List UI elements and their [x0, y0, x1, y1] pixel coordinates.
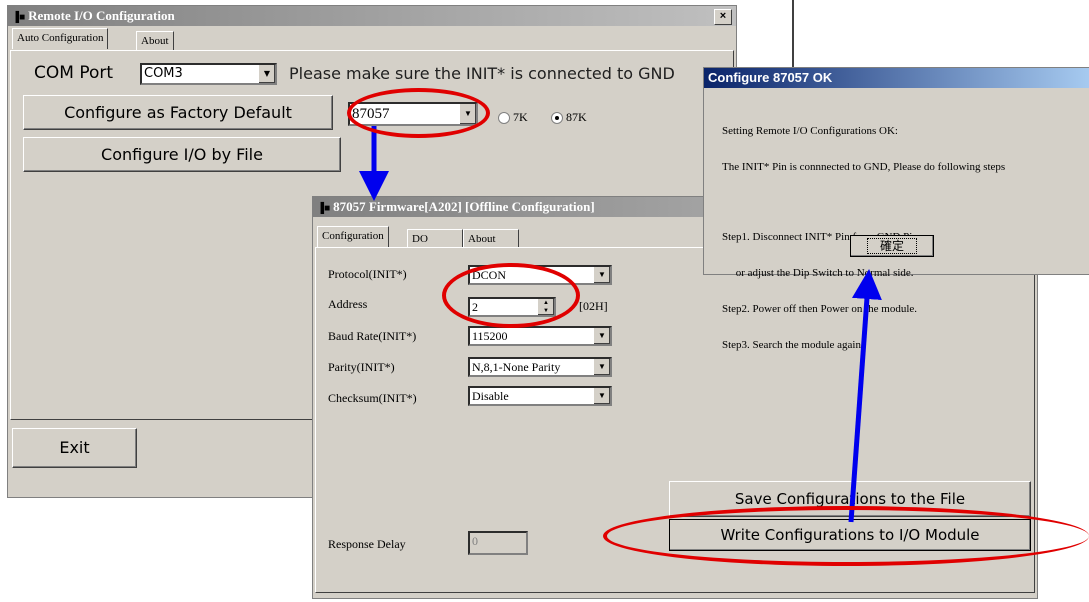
main-window-title: Remote I/O Configuration — [28, 8, 175, 23]
protocol-label: Protocol(INIT*) — [328, 267, 407, 281]
radio-87k-label: 87K — [566, 110, 587, 124]
com-port-select[interactable]: COM3 ▼ — [140, 63, 277, 85]
checksum-select[interactable]: Disable ▼ — [468, 386, 612, 406]
ok-dialog-title: Configure 87057 OK — [708, 70, 833, 85]
save-configurations-button[interactable]: Save Configurations to the File — [669, 481, 1031, 517]
baud-rate-value: 115200 — [472, 329, 508, 343]
message-line: Step3. Search the module again. — [722, 339, 864, 351]
ok-button[interactable]: 確定 — [850, 235, 934, 257]
spinner-arrows-icon[interactable]: ▲ ▼ — [537, 299, 554, 315]
main-window-titlebar[interactable]: ▐■ Remote I/O Configuration × — [8, 6, 736, 26]
factory-default-button[interactable]: Configure as Factory Default — [23, 95, 333, 130]
tab-configuration[interactable]: Configuration — [317, 226, 389, 247]
message-line: Setting Remote I/O Configurations OK: — [722, 125, 898, 137]
ok-label: 確定 — [866, 238, 917, 254]
address-hex: [02H] — [579, 299, 608, 313]
protocol-select[interactable]: DCON ▼ — [468, 265, 612, 285]
tab-auto-configuration[interactable]: Auto Configuration — [12, 28, 109, 49]
response-delay-label: Response Delay — [328, 537, 406, 551]
response-delay-value: 0 — [472, 534, 478, 548]
chevron-down-icon[interactable]: ▼ — [258, 65, 275, 83]
tab-about[interactable]: About — [136, 31, 174, 50]
chevron-down-icon[interactable]: ▼ — [593, 267, 610, 283]
factory-default-label: Configure as Factory Default — [64, 103, 292, 122]
tab-label: About — [141, 35, 169, 47]
message-line: Step2. Power off then Power on the modul… — [722, 303, 918, 315]
baud-rate-label: Baud Rate(INIT*) — [328, 329, 417, 343]
tab-label: Auto Configuration — [17, 32, 104, 44]
parity-select[interactable]: N,8,1-None Parity ▼ — [468, 357, 612, 377]
app-icon: ▐■ — [12, 12, 26, 23]
configure-by-file-button[interactable]: Configure I/O by File — [23, 137, 341, 172]
radio-7k[interactable]: 7K — [498, 110, 528, 125]
ok-dialog: Configure 87057 OK Setting Remote I/O Co… — [703, 67, 1089, 351]
tab-fw-about[interactable]: About — [463, 229, 519, 248]
module-value: 87057 — [352, 106, 390, 122]
chevron-down-icon[interactable]: ▼ — [593, 328, 610, 344]
module-select[interactable]: 87057 ▼ — [348, 102, 478, 126]
exit-button[interactable]: Exit — [12, 428, 137, 468]
address-spinner[interactable]: 2 ▲ ▼ — [468, 297, 556, 317]
radio-7k-icon — [498, 112, 510, 125]
protocol-value: DCON — [472, 268, 507, 282]
tab-label: DO — [412, 233, 428, 245]
app-icon: ▐■ — [317, 203, 331, 214]
tab-do[interactable]: DO — [407, 229, 463, 248]
exit-label: Exit — [59, 438, 90, 457]
tab-label: Configuration — [322, 230, 384, 242]
configure-by-file-label: Configure I/O by File — [101, 145, 263, 164]
radio-87k-icon — [551, 112, 563, 125]
chevron-down-icon[interactable]: ▼ — [593, 359, 610, 375]
chevron-down-icon[interactable]: ▼ — [459, 104, 476, 124]
tab-label: About — [468, 233, 496, 245]
message-line: The INIT* Pin is connnected to GND, Plea… — [722, 161, 1006, 173]
write-configurations-label: Write Configurations to I/O Module — [720, 526, 980, 544]
address-label: Address — [328, 297, 368, 311]
checksum-label: Checksum(INIT*) — [328, 391, 417, 405]
parity-value: N,8,1-None Parity — [472, 360, 561, 374]
checksum-value: Disable — [472, 389, 509, 403]
baud-rate-select[interactable]: 115200 ▼ — [468, 326, 612, 346]
divider-line — [792, 0, 794, 70]
radio-87k[interactable]: 87K — [551, 110, 587, 125]
init-notice: Please make sure the INIT* is connected … — [289, 64, 675, 83]
chevron-down-icon[interactable]: ▼ — [593, 388, 610, 404]
close-button[interactable]: × — [714, 9, 732, 25]
com-port-label: COM Port — [34, 63, 114, 83]
ok-dialog-titlebar[interactable]: Configure 87057 OK — [704, 68, 1089, 88]
com-port-value: COM3 — [144, 66, 183, 81]
address-value: 2 — [472, 300, 478, 314]
response-delay-field[interactable]: 0 — [468, 531, 528, 555]
write-configurations-button[interactable]: Write Configurations to I/O Module — [669, 519, 1031, 551]
save-configurations-label: Save Configurations to the File — [734, 490, 966, 508]
message-line: or adjust the Dip Switch to Normal side. — [722, 267, 914, 279]
parity-label: Parity(INIT*) — [328, 360, 395, 374]
close-icon: × — [719, 10, 727, 22]
message-line — [722, 197, 1088, 207]
radio-7k-label: 7K — [513, 110, 528, 124]
firmware-window-title: 87057 Firmware[A202] [Offline Configurat… — [333, 199, 595, 214]
